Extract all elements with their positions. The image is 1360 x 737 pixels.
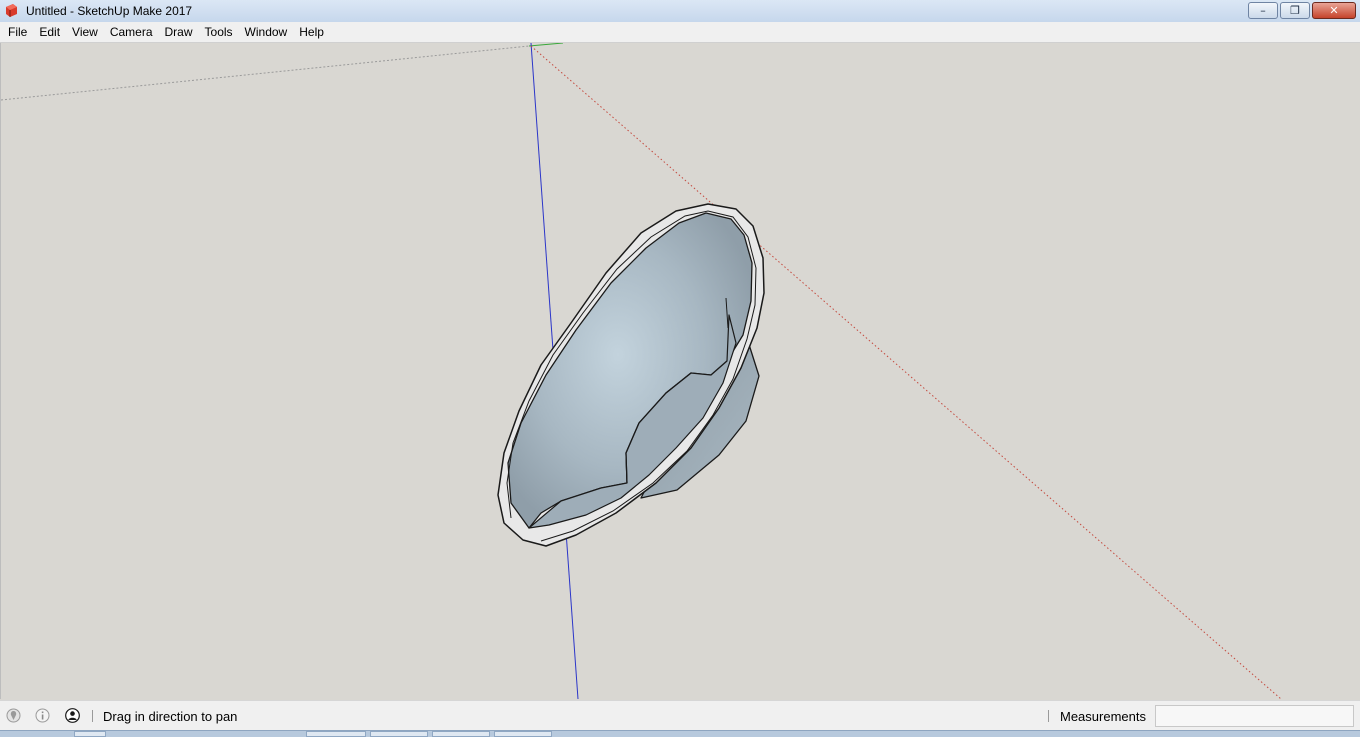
modeling-viewport[interactable]: [0, 43, 1360, 699]
menu-bar: File Edit View Camera Draw Tools Window …: [0, 22, 1360, 43]
menu-file[interactable]: File: [0, 22, 33, 42]
taskbar-button[interactable]: [74, 731, 106, 737]
horizon-line: [1, 45, 530, 101]
minimize-button[interactable]: –: [1248, 2, 1278, 19]
menu-edit[interactable]: Edit: [33, 22, 66, 42]
menu-window[interactable]: Window: [239, 22, 294, 42]
menu-draw[interactable]: Draw: [159, 22, 199, 42]
menu-camera[interactable]: Camera: [104, 22, 159, 42]
window-title: Untitled - SketchUp Make 2017: [26, 4, 193, 18]
title-bar: Untitled - SketchUp Make 2017 – ❐ ✕: [0, 0, 1360, 23]
taskbar-button[interactable]: [494, 731, 552, 737]
menu-help[interactable]: Help: [293, 22, 330, 42]
measurements-separator: [1048, 710, 1049, 722]
close-button[interactable]: ✕: [1312, 2, 1356, 19]
info-icon[interactable]: [35, 708, 50, 723]
taskbar-button[interactable]: [306, 731, 366, 737]
menu-tools[interactable]: Tools: [199, 22, 239, 42]
taskbar-button[interactable]: [370, 731, 428, 737]
sketchup-logo-icon[interactable]: [4, 3, 19, 18]
user-icon[interactable]: [65, 708, 80, 723]
measurements-input[interactable]: [1155, 705, 1354, 727]
green-axis: [528, 43, 564, 47]
scene-canvas[interactable]: [1, 43, 1360, 699]
geolocation-icon[interactable]: [6, 708, 21, 723]
measurements-label: Measurements: [1060, 709, 1146, 724]
window-controls: – ❐ ✕: [1246, 2, 1356, 20]
status-message: Drag in direction to pan: [103, 709, 238, 724]
status-bar: Drag in direction to pan Measurements: [0, 700, 1360, 731]
menu-view[interactable]: View: [66, 22, 104, 42]
maximize-button[interactable]: ❐: [1280, 2, 1310, 19]
ring-model[interactable]: [497, 203, 765, 547]
taskbar-button[interactable]: [432, 731, 490, 737]
status-separator: [92, 710, 93, 722]
